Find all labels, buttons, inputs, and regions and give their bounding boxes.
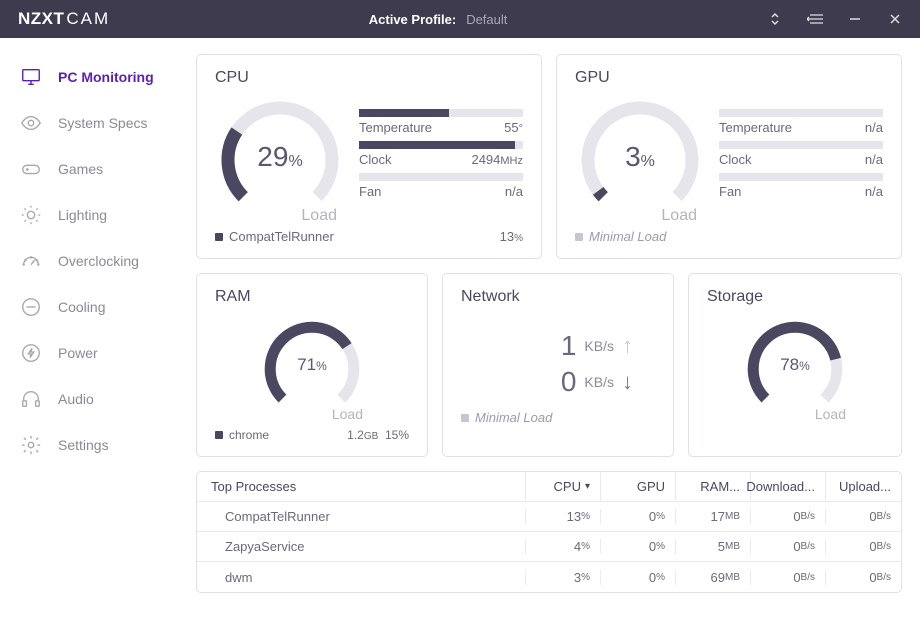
sun-icon	[20, 204, 42, 226]
ram-title: RAM	[215, 288, 409, 306]
gear-icon	[20, 434, 42, 456]
th-ram[interactable]: RAM...	[676, 472, 751, 501]
sidebar-item-label: PC Monitoring	[58, 69, 154, 85]
gamepad-icon	[20, 158, 42, 180]
gpu-gauge: 3% Load	[575, 95, 705, 225]
gpu-card[interactable]: GPU 3% Load	[556, 54, 902, 259]
network-card[interactable]: Network 1KB/s ↑ 0KB/s ↓ Minimal Load	[442, 273, 674, 457]
gpu-clock-metric: Clockn/a	[719, 141, 883, 167]
sidebar-item-audio[interactable]: Audio	[0, 376, 190, 422]
gauge-icon	[20, 250, 42, 272]
sidebar-item-label: Audio	[58, 391, 94, 407]
network-title: Network	[461, 288, 655, 306]
sidebar-item-label: System Specs	[58, 115, 147, 131]
table-row[interactable]: dwm 3% 0% 69MB 0B/s 0B/s	[197, 562, 901, 592]
sidebar-item-games[interactable]: Games	[0, 146, 190, 192]
cpu-gauge: 29% Load	[215, 95, 345, 225]
th-upload[interactable]: Upload...	[826, 472, 901, 501]
cooling-icon	[20, 296, 42, 318]
cpu-clock-metric: Clock2494MHz	[359, 141, 523, 167]
headset-icon	[20, 388, 42, 410]
ram-gauge: 71% Load	[257, 314, 367, 424]
sidebar-item-power[interactable]: Power	[0, 330, 190, 376]
minimize-button[interactable]	[846, 13, 864, 25]
gpu-minimal-load: Minimal Load	[575, 229, 883, 244]
storage-title: Storage	[707, 288, 883, 306]
net-minimal-load: Minimal Load	[461, 410, 655, 425]
th-processes[interactable]: Top Processes	[197, 472, 526, 501]
sidebar-item-overclocking[interactable]: Overclocking	[0, 238, 190, 284]
gpu-fan-metric: Fann/a	[719, 173, 883, 199]
sidebar-item-label: Lighting	[58, 207, 107, 223]
th-download[interactable]: Download...	[751, 472, 826, 501]
sidebar-item-label: Power	[58, 345, 98, 361]
titlebar: NZXTCAM Active Profile: Default	[0, 0, 920, 38]
sidebar-item-lighting[interactable]: Lighting	[0, 192, 190, 238]
process-table: Top Processes CPU▾ GPU RAM... Download..…	[196, 471, 902, 593]
sidebar-item-settings[interactable]: Settings	[0, 422, 190, 468]
content-area: CPU 29% Load	[190, 38, 920, 635]
net-upload: 1KB/s ↑	[561, 330, 633, 362]
sidebar-item-label: Overclocking	[58, 253, 139, 269]
cpu-top-process: CompatTelRunner 13%	[215, 229, 523, 244]
cpu-card[interactable]: CPU 29% Load	[196, 54, 542, 259]
storage-card[interactable]: Storage 78% Load	[688, 273, 902, 457]
sidebar-item-label: Games	[58, 161, 103, 177]
ram-card[interactable]: RAM 71% Load chrome 1.2GB 15%	[196, 273, 428, 457]
gpu-title: GPU	[575, 69, 883, 87]
net-download: 0KB/s ↓	[561, 366, 633, 398]
sidebar: PC Monitoring System Specs Games Lightin…	[0, 38, 190, 635]
gpu-temp-metric: Temperaturen/a	[719, 109, 883, 135]
storage-gauge: 78% Load	[740, 314, 850, 424]
profile-label: Active Profile:	[369, 12, 456, 27]
close-button[interactable]	[886, 13, 904, 25]
ram-top-process: chrome 1.2GB 15%	[215, 428, 409, 442]
eye-icon	[20, 112, 42, 134]
app-logo: NZXTCAM	[18, 9, 110, 29]
sidebar-item-monitoring[interactable]: PC Monitoring	[0, 54, 190, 100]
table-header: Top Processes CPU▾ GPU RAM... Download..…	[197, 472, 901, 502]
sidebar-item-label: Settings	[58, 437, 109, 453]
power-icon	[20, 342, 42, 364]
table-row[interactable]: CompatTelRunner 13% 0% 17MB 0B/s 0B/s	[197, 502, 901, 532]
monitor-icon	[20, 66, 42, 88]
cpu-fan-metric: Fann/a	[359, 173, 523, 199]
arrow-up-icon: ↑	[622, 333, 633, 359]
arrow-down-icon: ↓	[622, 369, 633, 395]
sidebar-item-label: Cooling	[58, 299, 105, 315]
cpu-temp-metric: Temperature55°	[359, 109, 523, 135]
profile-updown-icon[interactable]	[766, 12, 784, 26]
sidebar-item-specs[interactable]: System Specs	[0, 100, 190, 146]
sidebar-item-cooling[interactable]: Cooling	[0, 284, 190, 330]
chevron-down-icon: ▾	[585, 481, 590, 492]
th-cpu[interactable]: CPU▾	[526, 472, 601, 501]
active-profile[interactable]: Active Profile: Default	[110, 12, 766, 27]
th-gpu[interactable]: GPU	[601, 472, 676, 501]
table-row[interactable]: ZapyaService 4% 0% 5MB 0B/s 0B/s	[197, 532, 901, 562]
cpu-title: CPU	[215, 69, 523, 87]
profile-value: Default	[466, 12, 507, 27]
panel-toggle-icon[interactable]	[806, 13, 824, 25]
